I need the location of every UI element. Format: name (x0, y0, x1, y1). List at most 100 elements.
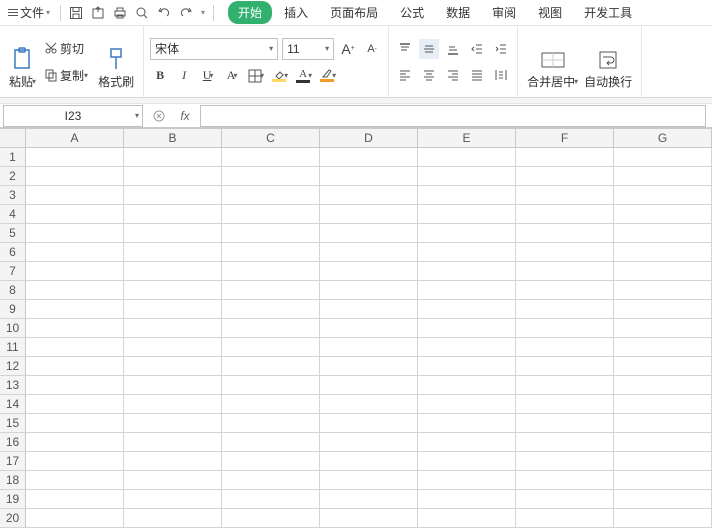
row-header[interactable]: 11 (0, 338, 26, 357)
font-name-select[interactable]: 宋体 ▾ (150, 38, 278, 60)
cell[interactable] (222, 224, 320, 243)
cell[interactable] (614, 376, 712, 395)
merge-center-button[interactable]: 合并居中▾ (524, 31, 581, 93)
cell[interactable] (26, 319, 124, 338)
cell[interactable] (222, 490, 320, 509)
increase-font-button[interactable]: A+ (338, 39, 358, 59)
cell[interactable] (26, 509, 124, 528)
cell[interactable] (418, 357, 516, 376)
cell[interactable] (222, 186, 320, 205)
cell[interactable] (320, 300, 418, 319)
cell[interactable] (222, 452, 320, 471)
cell[interactable] (124, 281, 222, 300)
cell[interactable] (418, 186, 516, 205)
cell[interactable] (222, 376, 320, 395)
cell[interactable] (222, 243, 320, 262)
cell[interactable] (418, 148, 516, 167)
cell[interactable] (26, 167, 124, 186)
cell[interactable] (516, 319, 614, 338)
cell[interactable] (614, 300, 712, 319)
export-icon[interactable] (89, 4, 107, 22)
italic-button[interactable]: I (174, 66, 194, 86)
cell[interactable] (320, 376, 418, 395)
column-header[interactable]: E (418, 129, 516, 148)
cell[interactable] (222, 205, 320, 224)
cell[interactable] (26, 262, 124, 281)
cell[interactable] (222, 300, 320, 319)
decrease-font-button[interactable]: A- (362, 39, 382, 59)
wrap-text-button[interactable]: 自动换行 (581, 31, 635, 93)
align-top-button[interactable] (395, 39, 415, 59)
cell[interactable] (26, 452, 124, 471)
column-header[interactable]: C (222, 129, 320, 148)
cell[interactable] (516, 224, 614, 243)
cell[interactable] (516, 300, 614, 319)
cell[interactable] (124, 471, 222, 490)
cell[interactable] (124, 262, 222, 281)
cell[interactable] (222, 281, 320, 300)
cell[interactable] (222, 509, 320, 528)
chevron-down-icon[interactable]: ▾ (199, 8, 207, 17)
tab-formula[interactable]: 公式 (390, 1, 434, 24)
copy-button[interactable]: 复制▾ (41, 65, 91, 86)
cell[interactable] (614, 433, 712, 452)
tab-data[interactable]: 数据 (436, 1, 480, 24)
cell[interactable] (26, 224, 124, 243)
tab-pagelayout[interactable]: 页面布局 (320, 1, 388, 24)
cell[interactable] (516, 509, 614, 528)
cell[interactable] (418, 262, 516, 281)
cell[interactable] (614, 281, 712, 300)
cell[interactable] (124, 376, 222, 395)
cell[interactable] (614, 205, 712, 224)
cell[interactable] (516, 243, 614, 262)
cell[interactable] (516, 262, 614, 281)
cell[interactable] (320, 205, 418, 224)
cell[interactable] (516, 490, 614, 509)
increase-indent-button[interactable] (491, 39, 511, 59)
align-right-button[interactable] (443, 65, 463, 85)
align-middle-button[interactable] (419, 39, 439, 59)
cell[interactable] (320, 433, 418, 452)
cell[interactable] (614, 148, 712, 167)
cell[interactable] (418, 338, 516, 357)
cell[interactable] (614, 167, 712, 186)
cell[interactable] (320, 471, 418, 490)
cell[interactable] (418, 281, 516, 300)
cell[interactable] (320, 243, 418, 262)
cell[interactable] (614, 186, 712, 205)
cell[interactable] (516, 205, 614, 224)
formula-input[interactable] (200, 105, 706, 127)
redo-icon[interactable] (177, 4, 195, 22)
cut-button[interactable]: 剪切 (41, 38, 91, 59)
cell[interactable] (516, 395, 614, 414)
row-header[interactable]: 15 (0, 414, 26, 433)
cell[interactable] (124, 452, 222, 471)
cell[interactable] (124, 205, 222, 224)
decrease-indent-button[interactable] (467, 39, 487, 59)
highlight-button[interactable]: ▾ (318, 66, 338, 86)
row-header[interactable]: 8 (0, 281, 26, 300)
paste-button[interactable]: 粘贴▾ (6, 31, 39, 93)
cell[interactable] (320, 490, 418, 509)
cell[interactable] (418, 376, 516, 395)
cell[interactable] (222, 148, 320, 167)
cell[interactable] (124, 414, 222, 433)
cell[interactable] (418, 319, 516, 338)
cell[interactable] (124, 319, 222, 338)
tab-dev[interactable]: 开发工具 (574, 1, 642, 24)
row-header[interactable]: 7 (0, 262, 26, 281)
align-bottom-button[interactable] (443, 39, 463, 59)
cell[interactable] (614, 224, 712, 243)
cell[interactable] (222, 471, 320, 490)
tab-start[interactable]: 开始 (228, 1, 272, 24)
cell[interactable] (418, 167, 516, 186)
cell[interactable] (26, 433, 124, 452)
cell[interactable] (320, 395, 418, 414)
row-header[interactable]: 10 (0, 319, 26, 338)
cell[interactable] (614, 243, 712, 262)
cell[interactable] (222, 414, 320, 433)
bold-button[interactable]: B (150, 66, 170, 86)
row-header[interactable]: 12 (0, 357, 26, 376)
cell[interactable] (26, 186, 124, 205)
cell[interactable] (320, 167, 418, 186)
